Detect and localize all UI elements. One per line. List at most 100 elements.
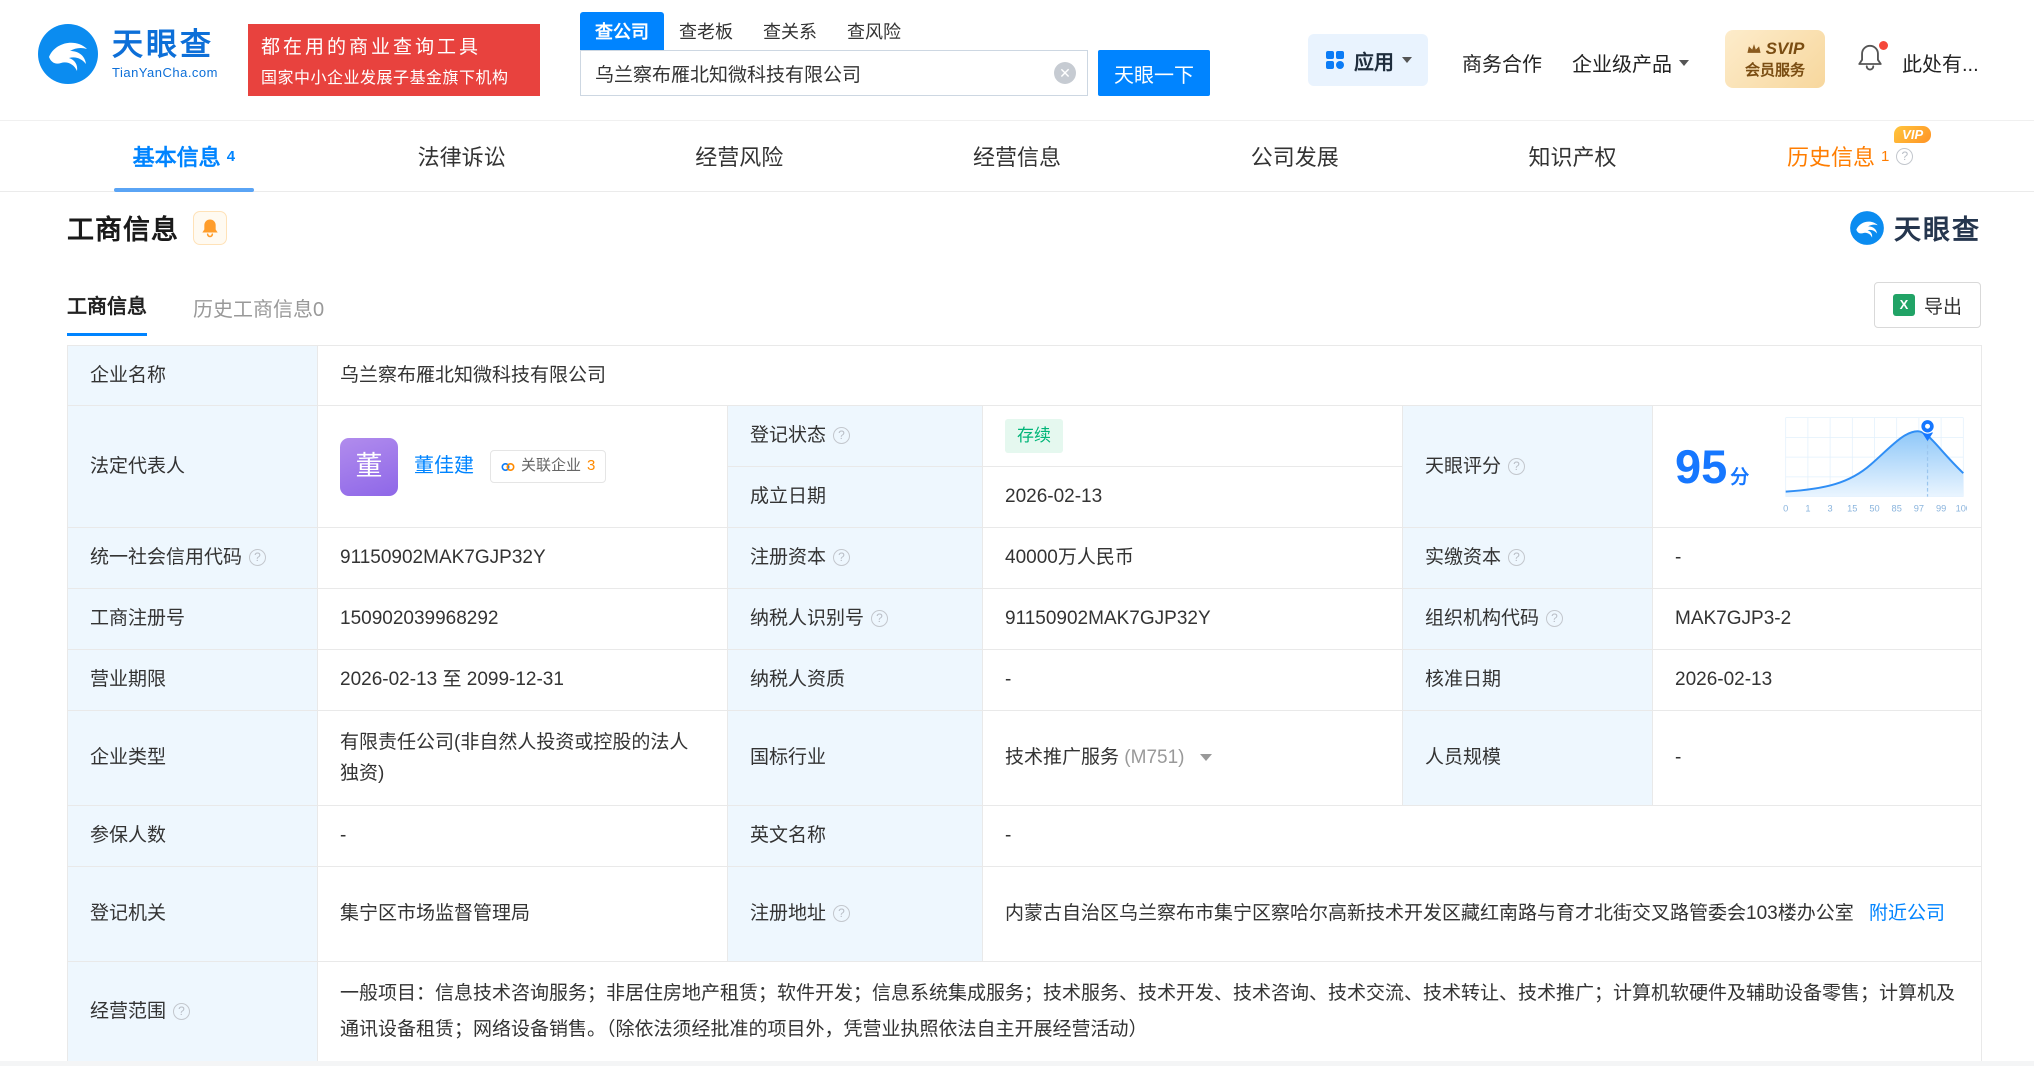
- score-cell: 95 分 0 1 3 15 50 85 97 99 10: [1652, 405, 1982, 528]
- business-term-label: 营业期限: [67, 649, 318, 711]
- credit-code-label: 统一社会信用代码: [67, 527, 318, 589]
- industry-value: 技术推广服务 (M751): [982, 710, 1403, 806]
- help-icon[interactable]: [173, 1003, 191, 1021]
- business-term-value: 2026-02-13 至 2099-12-31: [317, 649, 728, 711]
- insured-count-value: -: [317, 805, 728, 867]
- credit-code-value: 91150902MAK7GJP32Y: [317, 527, 728, 589]
- subtab-business-info[interactable]: 工商信息: [67, 290, 147, 336]
- taxpayer-id-value: 91150902MAK7GJP32Y: [982, 588, 1403, 650]
- org-code-label: 组织机构代码: [1402, 588, 1653, 650]
- reg-number-label: 工商注册号: [67, 588, 318, 650]
- notification-dot: [1879, 41, 1888, 50]
- paid-capital-label: 实缴资本: [1402, 527, 1653, 589]
- reg-address-label: 注册地址: [727, 866, 983, 962]
- reg-address-value: 内蒙古自治区乌兰察布市集宁区察哈尔高新技术开发区藏红南路与育才北街交叉路管委会1…: [982, 866, 1982, 962]
- tab-legal-proceedings[interactable]: 法律诉讼: [323, 121, 601, 191]
- clear-search-icon[interactable]: [1054, 62, 1076, 84]
- score-label: 天眼评分: [1402, 405, 1653, 528]
- svg-text:85: 85: [1892, 503, 1902, 513]
- insured-count-label: 参保人数: [67, 805, 318, 867]
- tab-basic-info[interactable]: 基本信息 4: [45, 121, 323, 191]
- notifications-button[interactable]: [1856, 41, 1888, 76]
- reg-capital-value: 40000万人民币: [982, 527, 1403, 589]
- related-companies-count: 3: [587, 457, 596, 475]
- svg-text:3: 3: [1828, 503, 1833, 513]
- svip-membership-button[interactable]: SVIP 会员服务: [1725, 30, 1825, 88]
- legal-rep-cell: 董 董佳建 关联企业 3: [317, 405, 728, 528]
- vip-tag: VIP: [1894, 126, 1932, 143]
- help-icon[interactable]: [1508, 549, 1526, 567]
- tab-label: 知识产权: [1528, 145, 1617, 170]
- export-label: 导出: [1923, 296, 1962, 318]
- search-input[interactable]: [580, 50, 1088, 96]
- related-companies-button[interactable]: 关联企业 3: [490, 450, 607, 483]
- help-icon[interactable]: [871, 610, 889, 628]
- help-icon[interactable]: [833, 549, 851, 567]
- svg-text:15: 15: [1847, 503, 1857, 513]
- header: 天眼查 TianYanCha.com 都在用的商业查询工具 国家中小企业发展子基…: [0, 0, 2034, 120]
- tab-label: 经营风险: [695, 145, 784, 170]
- tab-operating-info[interactable]: 经营信息: [878, 121, 1156, 191]
- tab-label: 经营信息: [973, 145, 1062, 170]
- taxpayer-id-label: 纳税人识别号: [727, 588, 983, 650]
- tab-label: 历史信息: [1786, 145, 1875, 170]
- svg-text:1: 1: [1805, 503, 1810, 513]
- help-icon[interactable]: [249, 549, 267, 567]
- legal-rep-name-link[interactable]: 董佳建: [414, 450, 474, 483]
- status-badge: 存续: [1005, 418, 1063, 454]
- promo-line1: 都在用的商业查询工具: [261, 37, 482, 58]
- approval-date-label: 核准日期: [1402, 649, 1653, 711]
- search-tab-company[interactable]: 查公司: [580, 12, 664, 50]
- reg-capital-label: 注册资本: [727, 527, 983, 589]
- search-button[interactable]: 天眼一下: [1098, 50, 1210, 96]
- search-tab-risk[interactable]: 查风险: [832, 12, 916, 50]
- company-nav-tabs: 基本信息 4 法律诉讼 经营风险 经营信息 公司发展 知识产权 VIP 历史信息…: [0, 120, 2034, 192]
- crown-icon: [1747, 44, 1761, 53]
- subtab-history-business-info[interactable]: 历史工商信息0: [193, 293, 324, 336]
- reg-status-value: 存续: [982, 405, 1403, 467]
- chevron-down-icon[interactable]: [1199, 754, 1212, 762]
- tab-history-info[interactable]: VIP 历史信息 1: [1711, 121, 1989, 191]
- tab-label: 法律诉讼: [417, 145, 506, 170]
- promo-badge: 都在用的商业查询工具 国家中小企业发展子基金旗下机构: [248, 24, 540, 96]
- tab-intellectual-property[interactable]: 知识产权: [1434, 121, 1712, 191]
- help-icon[interactable]: [1508, 457, 1526, 475]
- tianyancha-logo-icon: [1850, 210, 1884, 245]
- help-icon[interactable]: [1896, 147, 1914, 165]
- help-icon[interactable]: [1546, 610, 1564, 628]
- subscribe-bell-button[interactable]: [193, 210, 227, 245]
- tab-operating-risk[interactable]: 经营风险: [600, 121, 878, 191]
- est-date-value: 2026-02-13: [982, 466, 1403, 528]
- tab-label: 基本信息: [132, 145, 221, 170]
- more-menu[interactable]: 此处有...: [1902, 48, 1979, 77]
- nearby-companies-link[interactable]: 附近公司: [1869, 903, 1945, 924]
- search-tab-relations[interactable]: 查关系: [748, 12, 832, 50]
- help-icon[interactable]: [833, 427, 851, 445]
- section-title: 工商信息: [67, 215, 179, 245]
- svip-label: SVIP: [1765, 38, 1805, 58]
- tab-company-development[interactable]: 公司发展: [1156, 121, 1434, 191]
- enterprise-products-menu[interactable]: 企业级产品: [1572, 48, 1689, 77]
- search-area: 查公司 查老板 查关系 查风险 天眼一下: [580, 12, 1210, 96]
- tianyancha-logo[interactable]: 天眼查 TianYanCha.com: [36, 22, 218, 86]
- taxpayer-quality-label: 纳税人资质: [727, 649, 983, 711]
- english-name-label: 英文名称: [727, 805, 983, 867]
- export-button[interactable]: 导出: [1873, 282, 1981, 328]
- legal-rep-avatar[interactable]: 董: [340, 437, 398, 496]
- svip-sublabel: 会员服务: [1744, 61, 1805, 79]
- tab-label: 公司发展: [1250, 145, 1339, 170]
- related-companies-icon: [501, 462, 515, 471]
- apps-menu-button[interactable]: 应用: [1308, 34, 1428, 86]
- company-name-label: 企业名称: [67, 345, 318, 406]
- reg-authority-label: 登记机关: [67, 866, 318, 962]
- reg-number-value: 150902039968292: [317, 588, 728, 650]
- apps-grid-icon: [1326, 51, 1344, 69]
- apps-label: 应用: [1354, 51, 1394, 74]
- company-type-value: 有限责任公司(非自然人投资或控股的法人独资): [317, 710, 728, 806]
- staff-size-value: -: [1652, 710, 1982, 806]
- help-icon[interactable]: [833, 905, 851, 923]
- search-tab-boss[interactable]: 查老板: [664, 12, 748, 50]
- industry-label: 国标行业: [727, 710, 983, 806]
- reg-authority-value: 集宁区市场监督管理局: [317, 866, 728, 962]
- business-cooperation-link[interactable]: 商务合作: [1462, 48, 1542, 77]
